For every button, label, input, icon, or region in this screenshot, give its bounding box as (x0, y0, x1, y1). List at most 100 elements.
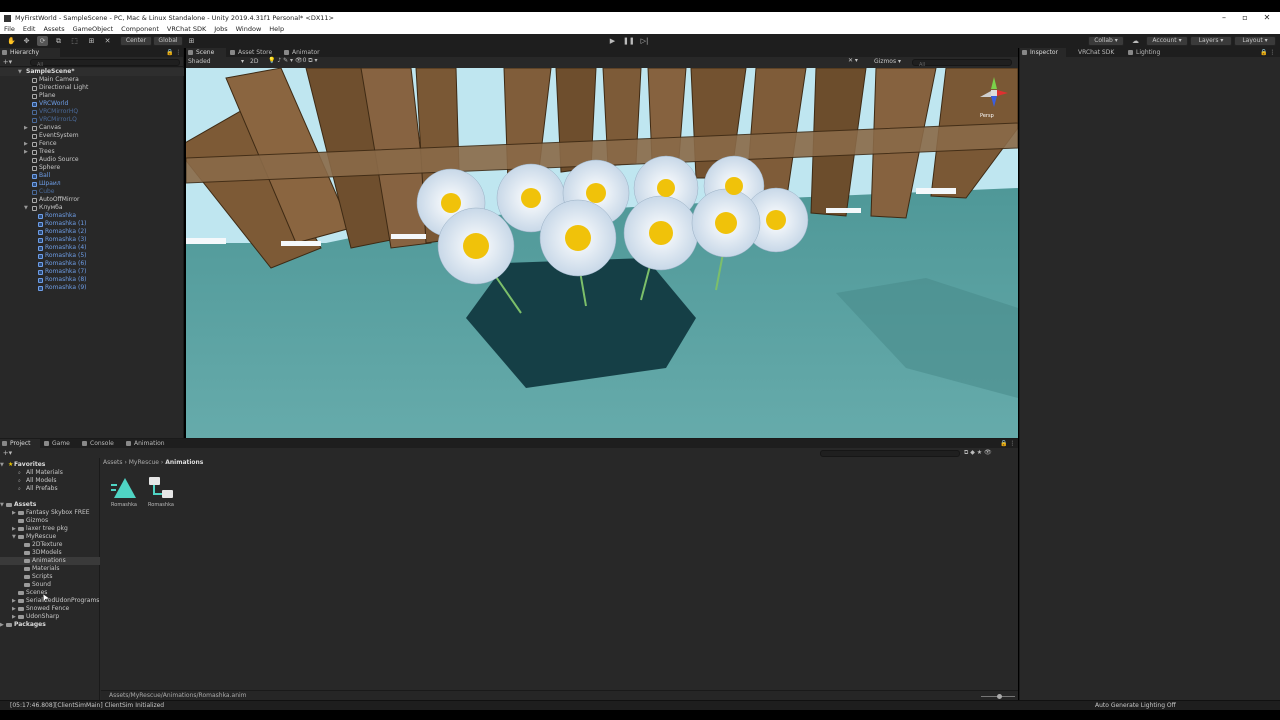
menu-gameobject[interactable]: GameObject (73, 25, 114, 33)
breadcrumb-assets[interactable]: Assets (103, 459, 123, 466)
project-folder-row[interactable]: ⌕ All Models (0, 477, 100, 485)
collapse-arrow-icon[interactable]: ▶ (12, 613, 16, 621)
asset-item-controller[interactable]: Romashka (146, 476, 176, 508)
collapse-arrow-icon[interactable]: ▶ (12, 597, 16, 605)
2d-toggle[interactable]: 2D (250, 58, 258, 65)
project-folder-row[interactable]: 2DTexture (0, 541, 100, 549)
hierarchy-item[interactable]: Main Camera (0, 76, 184, 84)
pivot-center-toggle[interactable]: Center (120, 36, 152, 46)
move-tool-icon[interactable]: ✥ (21, 36, 32, 46)
hierarchy-item[interactable]: ▶ Fence (0, 140, 184, 148)
menu-window[interactable]: Window (236, 25, 262, 33)
menu-vrchat-sdk[interactable]: VRChat SDK (167, 25, 206, 33)
layers-dropdown[interactable]: Layers ▾ (1190, 36, 1232, 46)
tab-project[interactable]: Project (0, 439, 40, 448)
minimize-button[interactable]: – (1213, 12, 1235, 24)
pause-icon[interactable]: ❚❚ (623, 36, 635, 46)
hierarchy-item[interactable]: VRCMirrorLQ (0, 116, 184, 124)
hierarchy-item[interactable]: Sphere (0, 164, 184, 172)
tab-console[interactable]: Console (80, 439, 122, 448)
tab-vrchat-sdk[interactable]: VRChat SDK (1068, 48, 1126, 57)
tab-inspector[interactable]: Inspector (1020, 48, 1066, 57)
maximize-button[interactable]: ▫ (1234, 12, 1256, 24)
expand-arrow-icon[interactable]: ▼ (0, 501, 4, 509)
project-folder-row[interactable]: ▼ Assets (0, 501, 100, 509)
hierarchy-item[interactable]: Romashka (2) (0, 228, 184, 236)
project-folder-row[interactable]: Animations (0, 557, 100, 565)
hierarchy-item[interactable]: Audio Source (0, 156, 184, 164)
expand-arrow-icon[interactable]: ▼ (24, 204, 28, 212)
collapse-arrow-icon[interactable]: ▶ (24, 124, 28, 132)
hierarchy-item[interactable]: Romashka (9) (0, 284, 184, 292)
cloud-icon[interactable]: ☁ (1130, 36, 1141, 46)
collapse-arrow-icon[interactable]: ▶ (12, 525, 16, 533)
collapse-arrow-icon[interactable]: ▶ (0, 621, 4, 629)
global-local-toggle[interactable]: Global (153, 36, 183, 46)
breadcrumb-animations[interactable]: Animations (165, 459, 203, 466)
rotate-tool-icon[interactable]: ⟳ (37, 36, 48, 46)
hierarchy-item[interactable]: Romashka (1) (0, 220, 184, 228)
hierarchy-item[interactable]: Ball (0, 172, 184, 180)
project-folder-row[interactable]: ⌕ All Prefabs (0, 485, 100, 493)
project-folder-row[interactable]: ▼ MyRescue (0, 533, 100, 541)
hierarchy-item[interactable]: Romashka (7) (0, 268, 184, 276)
custom-tool-icon[interactable]: ✕ (102, 36, 113, 46)
scene-viewport[interactable]: Persp (186, 68, 1018, 438)
project-folder-row[interactable]: Gizmos (0, 517, 100, 525)
hierarchy-item[interactable]: Directional Light (0, 84, 184, 92)
tab-hierarchy[interactable]: Hierarchy (0, 48, 60, 57)
tab-animation[interactable]: Animation (124, 439, 174, 448)
project-create-icon[interactable]: +▾ (2, 448, 13, 458)
scene-toggle-icons[interactable]: 💡 ♪ ✎ ▾ 👁0 ⧉ ▾ (268, 57, 318, 65)
hierarchy-item[interactable]: Romashka (8) (0, 276, 184, 284)
inspector-menu-icon[interactable]: 🔒 ⋮ (1258, 48, 1280, 57)
step-icon[interactable]: ▷| (639, 36, 650, 46)
scene-search-input[interactable]: All (912, 59, 1012, 68)
collapse-arrow-icon[interactable]: ▶ (12, 605, 16, 613)
hierarchy-item[interactable]: Romashka (4) (0, 244, 184, 252)
slider-handle[interactable] (997, 694, 1002, 699)
tab-asset-store[interactable]: Asset Store (228, 48, 280, 57)
shading-mode-dropdown[interactable]: Shaded ▾ (188, 58, 244, 66)
menu-assets[interactable]: Assets (43, 25, 64, 33)
hierarchy-item[interactable]: Romashka (0, 212, 184, 220)
collab-dropdown[interactable]: Collab ▾ (1088, 36, 1124, 46)
hierarchy-item[interactable]: Cube (0, 188, 184, 196)
hierarchy-item[interactable]: ▶ Canvas (0, 124, 184, 132)
hierarchy-item[interactable]: Romashka (6) (0, 260, 184, 268)
project-folder-row[interactable]: ▼ ★ Favorites (0, 461, 100, 469)
play-icon[interactable]: ▶ (607, 36, 618, 46)
icon-size-slider[interactable] (981, 694, 1015, 699)
collapse-arrow-icon[interactable]: ▶ (12, 509, 16, 517)
menu-help[interactable]: Help (269, 25, 284, 33)
project-folder-row[interactable]: Materials (0, 565, 100, 573)
hierarchy-item[interactable]: Romashka (5) (0, 252, 184, 260)
project-folder-row[interactable]: ▶ UdonSharp (0, 613, 100, 621)
tab-lighting[interactable]: Lighting (1126, 48, 1170, 57)
hierarchy-item[interactable]: ▶ Trees (0, 148, 184, 156)
hierarchy-search-input[interactable]: All (30, 59, 180, 68)
hierarchy-item[interactable]: VRCWorld (0, 100, 184, 108)
account-dropdown[interactable]: Account ▾ (1146, 36, 1188, 46)
status-message[interactable]: [05:17:46.808][ClientSimMain] ClientSim … (10, 702, 164, 709)
project-folder-row[interactable]: Scripts (0, 573, 100, 581)
project-folder-row[interactable]: ⌕ All Materials (0, 469, 100, 477)
collapse-arrow-icon[interactable]: ▶ (24, 148, 28, 156)
hierarchy-item[interactable]: Шраил (0, 180, 184, 188)
menu-file[interactable]: File (4, 25, 15, 33)
project-folder-row[interactable]: ▶ laxer tree pkg (0, 525, 100, 533)
rect-tool-icon[interactable]: ⬚ (69, 36, 80, 46)
expand-arrow-icon[interactable]: ▼ (12, 533, 16, 541)
menu-edit[interactable]: Edit (23, 25, 36, 33)
project-folder-row[interactable]: ▶ Packages (0, 621, 100, 629)
panel-menu-icon[interactable]: 🔒 ⋮ (164, 48, 184, 57)
hierarchy-item[interactable]: Romashka (3) (0, 236, 184, 244)
project-folder-row[interactable]: 3DModels (0, 549, 100, 557)
hierarchy-item[interactable]: ▼ Клумба (0, 204, 184, 212)
asset-item-clip[interactable]: Romashka (109, 476, 139, 508)
tab-game[interactable]: Game (42, 439, 78, 448)
hierarchy-item[interactable]: EventSystem (0, 132, 184, 140)
transform-tool-icon[interactable]: ⊞ (86, 36, 97, 46)
close-button[interactable]: ✕ (1256, 12, 1278, 24)
hierarchy-scene-row[interactable]: ▼ SampleScene* (0, 68, 184, 76)
